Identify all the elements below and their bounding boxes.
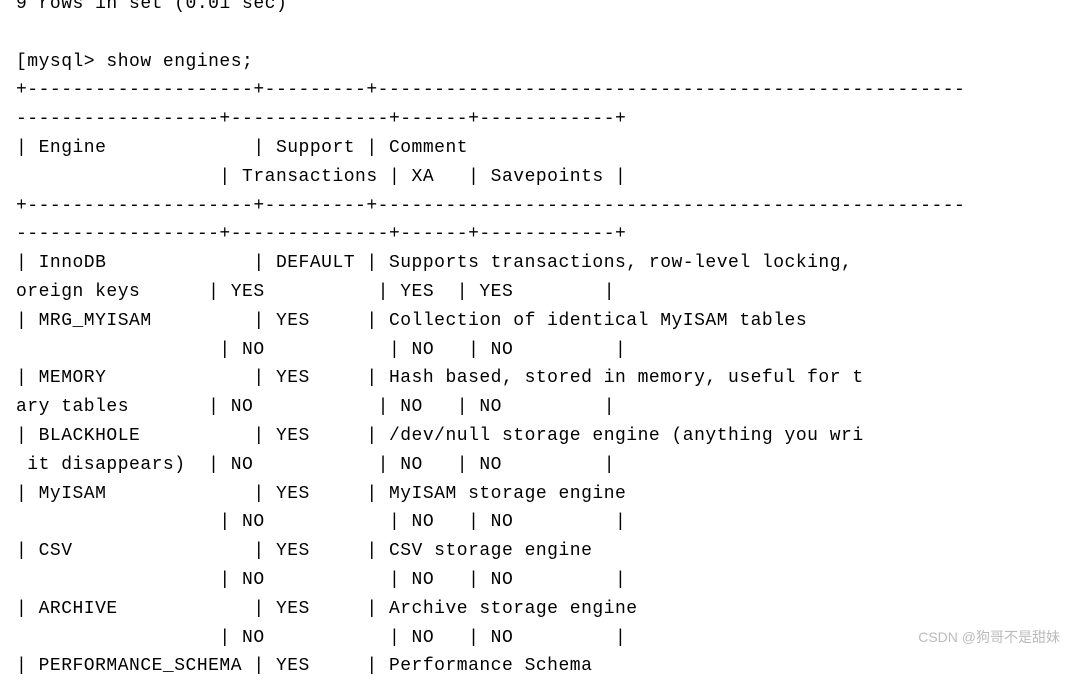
watermark: CSDN @狗哥不是甜妹	[918, 626, 1060, 648]
terminal-line: | Transactions | XA | Savepoints |	[16, 167, 626, 187]
terminal-line: ary tables | NO | NO | NO |	[16, 397, 615, 417]
terminal-line: | NO | NO | NO |	[16, 340, 626, 360]
terminal-line: | MRG_MYISAM | YES | Collection of ident…	[16, 311, 807, 331]
terminal-prompt-line: [mysql> show engines;	[16, 52, 253, 72]
terminal-line: | MEMORY | YES | Hash based, stored in m…	[16, 368, 864, 388]
terminal-line: oreign keys | YES | YES | YES |	[16, 282, 615, 302]
terminal-line: | Engine | Support | Comment	[16, 138, 468, 158]
terminal-line: | ARCHIVE | YES | Archive storage engine	[16, 599, 638, 619]
terminal-line: 9 rows in set (0.01 sec)	[16, 0, 287, 14]
terminal-line: | NO | NO | NO |	[16, 512, 626, 532]
terminal-line: +--------------------+---------+--------…	[16, 80, 965, 100]
terminal-line: it disappears) | NO | NO | NO |	[16, 455, 615, 475]
terminal-line: | PERFORMANCE_SCHEMA | YES | Performance…	[16, 656, 592, 676]
terminal-line: | MyISAM | YES | MyISAM storage engine	[16, 484, 626, 504]
terminal-line: +--------------------+---------+--------…	[16, 196, 965, 216]
terminal-output: 9 rows in set (0.01 sec) [mysql> show en…	[0, 0, 1072, 681]
terminal-line: | BLACKHOLE | YES | /dev/null storage en…	[16, 426, 864, 446]
terminal-line: | CSV | YES | CSV storage engine	[16, 541, 592, 561]
terminal-line: ------------------+--------------+------…	[16, 224, 626, 244]
terminal-line: | InnoDB | DEFAULT | Supports transactio…	[16, 253, 864, 273]
terminal-line: ------------------+--------------+------…	[16, 109, 626, 129]
terminal-line: | NO | NO | NO |	[16, 570, 626, 590]
terminal-line: | NO | NO | NO |	[16, 628, 626, 648]
